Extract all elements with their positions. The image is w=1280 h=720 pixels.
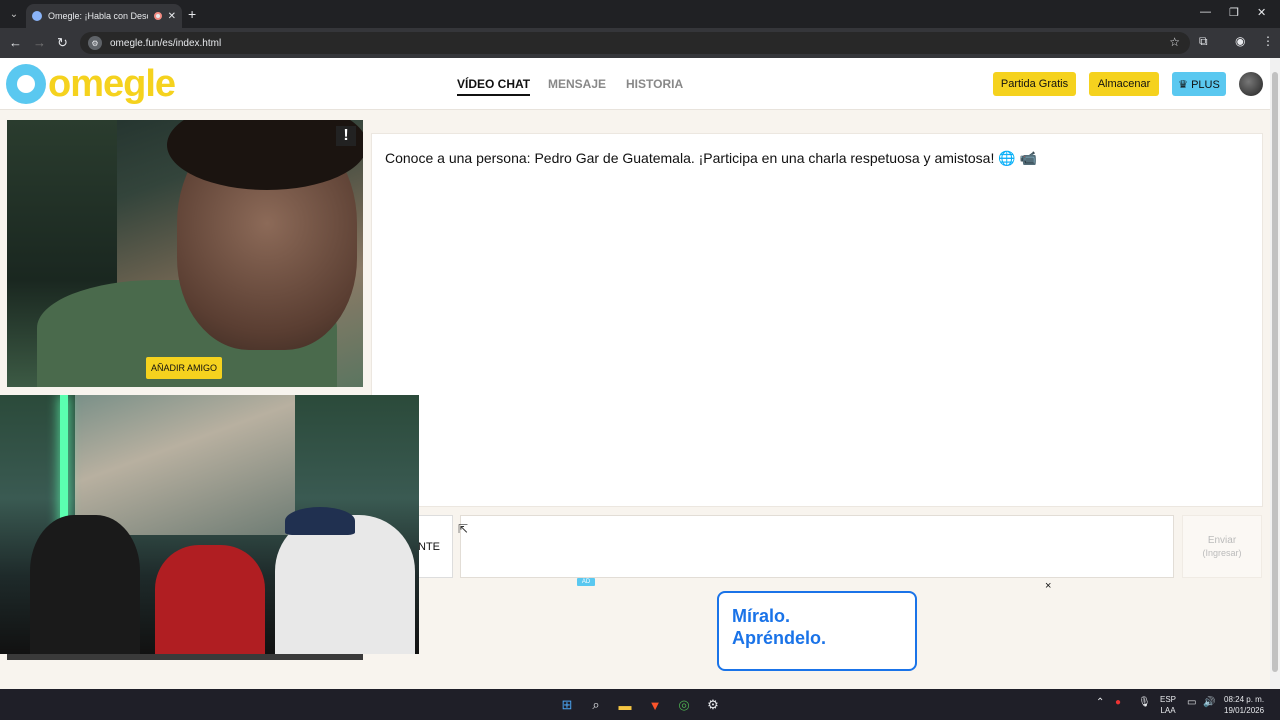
browser-toolbar: ← → ↻ ⚙ omegle.fun/es/index.html ☆ ⧉ ◉ ⋮ <box>0 28 1280 58</box>
tab-search-icon[interactable]: ⌄ <box>4 5 24 23</box>
ad-line-1: Míralo. <box>732 606 791 626</box>
store-button[interactable]: Almacenar <box>1089 72 1159 96</box>
url-text: omegle.fun/es/index.html <box>110 37 222 49</box>
local-video-person-right <box>275 515 415 654</box>
site-header: omegle VÍDEO CHAT MENSAJE HISTORIA Parti… <box>0 58 1270 110</box>
remote-video: ! AÑADIR AMIGO <box>7 120 363 387</box>
send-label: Enviar <box>1207 535 1237 546</box>
network-icon[interactable]: ▭ <box>1187 697 1196 708</box>
tray-overflow-icon[interactable]: ⌃ <box>1096 697 1104 708</box>
app-icon[interactable]: ⚙ <box>704 696 722 714</box>
local-video-person-center <box>155 545 265 654</box>
send-button[interactable]: Enviar (Ingresar) <box>1182 515 1262 578</box>
back-icon[interactable]: ← <box>9 35 22 50</box>
language-code: ESP <box>1160 695 1177 704</box>
chrome-icon[interactable]: ◎ <box>675 696 693 714</box>
browser-menu-icon[interactable]: ⋮ <box>1262 34 1274 48</box>
nav-history[interactable]: HISTORIA <box>626 77 683 91</box>
search-icon[interactable]: ⌕ <box>587 696 605 714</box>
address-bar[interactable]: ⚙ omegle.fun/es/index.html ☆ <box>80 32 1190 54</box>
nav-video-chat[interactable]: VÍDEO CHAT <box>457 77 531 96</box>
ad-line-2: Apréndelo. <box>732 628 827 648</box>
ad-badge: AD <box>577 578 595 586</box>
file-explorer-icon[interactable]: ▬ <box>616 696 634 714</box>
logo-text: omegle <box>48 63 176 105</box>
minimize-icon[interactable]: — <box>1200 6 1211 18</box>
plus-button[interactable]: ♛ PLUS <box>1172 72 1226 96</box>
restore-icon[interactable]: ❐ <box>1229 6 1239 19</box>
reload-icon[interactable]: ↻ <box>57 35 68 51</box>
recording-indicator-icon <box>153 12 162 20</box>
windows-taskbar: ⊞ ⌕ ▬ ▼ ◎ ⚙ ⌃ ● 🎙 ESP LAA ▭ 🔊 08:24 p. m… <box>0 689 1280 720</box>
mouse-cursor-icon: ⇱ <box>458 522 469 536</box>
user-avatar[interactable] <box>1239 72 1263 96</box>
chat-system-message: Conoce a una persona: Pedro Gar de Guate… <box>385 150 1037 166</box>
microphone-icon[interactable]: 🎙 <box>1138 697 1151 708</box>
volume-icon[interactable]: 🔊 <box>1203 697 1215 708</box>
new-tab-icon[interactable]: + <box>188 6 196 22</box>
omegle-logo-icon <box>6 64 46 104</box>
brave-browser-icon[interactable]: ▼ <box>646 696 664 714</box>
tab-title: Omegle: ¡Habla con Descon <box>48 11 148 21</box>
profile-icon[interactable]: ◉ <box>1235 34 1245 48</box>
local-video-wall <box>75 395 295 535</box>
ad-banner[interactable]: Míralo. Apréndelo. <box>717 591 917 671</box>
extensions-icon[interactable]: ⧉ <box>1199 34 1208 49</box>
start-icon[interactable]: ⊞ <box>558 696 576 714</box>
local-video-strip <box>7 654 363 660</box>
site-info-icon[interactable]: ⚙ <box>88 36 102 50</box>
report-button[interactable]: ! <box>336 126 356 146</box>
clock-date: 19/01/2026 <box>1224 706 1265 715</box>
add-friend-button[interactable]: AÑADIR AMIGO <box>146 357 222 379</box>
web-page: omegle VÍDEO CHAT MENSAJE HISTORIA Parti… <box>0 58 1270 689</box>
browser-tab[interactable]: Omegle: ¡Habla con Descon ✕ <box>26 4 182 28</box>
chat-log: Conoce a una persona: Pedro Gar de Guate… <box>371 133 1263 507</box>
favicon-icon <box>32 11 42 21</box>
local-video-cap <box>285 507 355 535</box>
free-match-button[interactable]: Partida Gratis <box>993 72 1076 96</box>
message-input[interactable] <box>460 515 1174 578</box>
bookmark-star-icon[interactable]: ☆ <box>1169 35 1180 49</box>
local-video <box>0 395 419 654</box>
tab-close-icon[interactable]: ✕ <box>168 11 176 22</box>
omegle-logo[interactable]: omegle <box>6 63 176 105</box>
local-video-person-left <box>30 515 140 654</box>
language-indicator[interactable]: ESP LAA <box>1160 694 1176 716</box>
browser-tabstrip: ⌄ Omegle: ¡Habla con Descon ✕ + — ❐ ✕ <box>0 0 1280 28</box>
keyboard-layout: LAA <box>1160 706 1176 715</box>
tray-app-icon[interactable]: ● <box>1115 697 1121 708</box>
scrollbar-thumb[interactable] <box>1272 72 1278 672</box>
clock-time: 08:24 p. m. <box>1224 695 1265 704</box>
system-clock[interactable]: 08:24 p. m. 19/01/2026 <box>1224 694 1264 716</box>
ad-close-icon[interactable]: × <box>1045 580 1051 592</box>
window-close-icon[interactable]: ✕ <box>1257 6 1266 19</box>
page-scrollbar[interactable] <box>1270 58 1280 689</box>
nav-message[interactable]: MENSAJE <box>548 77 606 91</box>
forward-icon[interactable]: → <box>33 35 46 50</box>
send-hint: (Ingresar) <box>1202 548 1242 558</box>
